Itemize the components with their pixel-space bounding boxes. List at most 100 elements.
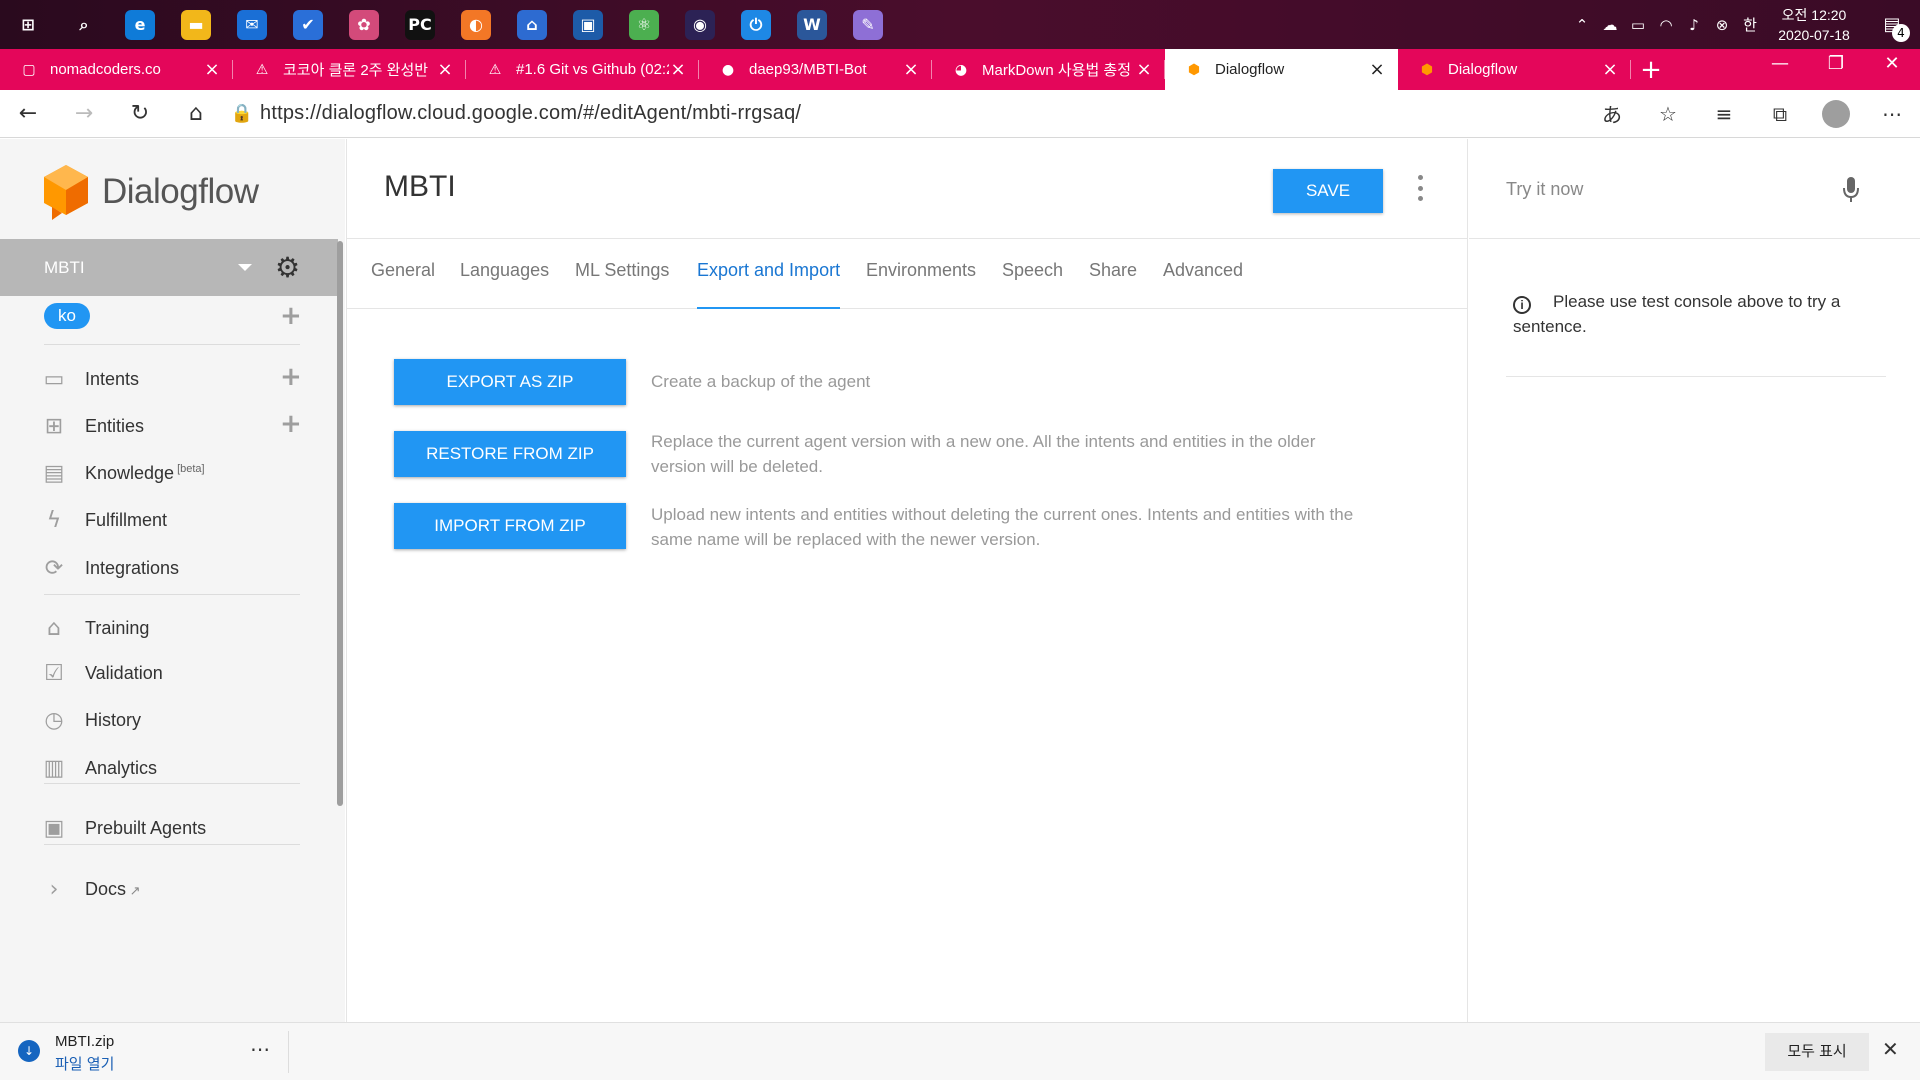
windows-start-icon[interactable]: ⊞ <box>0 0 56 49</box>
battery-icon[interactable]: ▭ <box>1624 16 1652 34</box>
sidebar-item-knowledge[interactable]: ▤ Knowledge [beta] <box>40 458 205 488</box>
import-from-zip-button[interactable]: IMPORT FROM ZIP <box>394 503 626 549</box>
browser-tab[interactable]: ⚠ 코코아 클론 2주 완성반 × <box>233 49 466 90</box>
notification-center-icon[interactable]: ▤ 4 <box>1864 14 1920 42</box>
blocked-icon[interactable]: ⊗ <box>1708 16 1736 34</box>
sidebar-item-text: Docs <box>85 878 127 899</box>
action-description: Create a backup of the agent <box>651 372 871 391</box>
wifi-icon[interactable]: ◠ <box>1652 16 1680 34</box>
restore-from-zip-button[interactable]: RESTORE FROM ZIP <box>394 431 626 477</box>
volume-icon[interactable]: ♪ <box>1680 16 1708 34</box>
lock-icon[interactable]: 🔒 <box>224 103 260 124</box>
word-icon[interactable]: W <box>784 0 840 49</box>
microphone-icon[interactable] <box>1841 175 1861 205</box>
url-text[interactable]: https://dialogflow.cloud.google.com/#/ed… <box>260 102 801 125</box>
sidebar-item-fulfillment[interactable]: ϟ Fulfillment <box>40 505 167 535</box>
eclipse-icon[interactable]: ◉ <box>672 0 728 49</box>
home-button[interactable]: ⌂ <box>168 90 224 138</box>
tab-share[interactable]: Share <box>1089 239 1137 309</box>
profile-avatar[interactable] <box>1808 90 1864 138</box>
paint-app-icon[interactable]: ✎ <box>840 0 896 49</box>
language-chip[interactable]: ko <box>44 303 90 329</box>
ime-indicator[interactable]: 한 <box>1736 14 1764 35</box>
add-entities-button[interactable]: + <box>280 409 302 439</box>
browser-tab[interactable]: ▢ nomadcoders.co × <box>0 49 233 90</box>
save-button[interactable]: SAVE <box>1273 169 1383 213</box>
sidebar-item-training[interactable]: ⌂ Training <box>40 613 149 643</box>
add-intents-button[interactable]: + <box>280 362 302 392</box>
tab-speech[interactable]: Speech <box>1002 239 1063 309</box>
restore-button[interactable]: ❐ <box>1808 49 1864 90</box>
add-language-button[interactable]: + <box>280 301 302 331</box>
sidebar-item-history[interactable]: ◷ History <box>40 705 141 735</box>
forward-button[interactable]: → <box>56 90 112 138</box>
show-all-downloads-button[interactable]: 모두 표시 <box>1765 1033 1869 1071</box>
dialogflow-logo[interactable]: Dialogflow <box>42 163 259 221</box>
tab-environments[interactable]: Environments <box>866 239 976 309</box>
sidebar-item-analytics[interactable]: ▥ Analytics <box>40 753 157 783</box>
close-tab-icon[interactable]: × <box>1368 59 1386 80</box>
collections-icon[interactable]: ⧉ <box>1752 90 1808 138</box>
pycharm-icon[interactable]: PC <box>392 0 448 49</box>
back-button[interactable]: ← <box>0 90 56 138</box>
search-icon[interactable]: ⌕ <box>56 0 112 49</box>
new-tab-button[interactable]: + <box>1631 49 1671 90</box>
chevron-down-icon[interactable] <box>238 264 252 271</box>
edge-browser-icon[interactable]: e <box>112 0 168 49</box>
pinwheel-app-icon[interactable]: ✿ <box>336 0 392 49</box>
close-tab-icon[interactable]: × <box>203 59 221 80</box>
download-more-icon[interactable]: ⋯ <box>250 1037 270 1061</box>
favorites-icon[interactable]: ≡ <box>1696 90 1752 138</box>
sidebar-item-intents[interactable]: ▭ Intents <box>40 364 139 394</box>
atom-app-icon[interactable]: ⚛ <box>616 0 672 49</box>
close-tab-icon[interactable]: × <box>669 59 687 80</box>
clock[interactable]: 오전 12:20 2020-07-18 <box>1764 5 1864 45</box>
translate-icon[interactable]: あ <box>1584 90 1640 138</box>
sidebar-item-validation[interactable]: ☑ Validation <box>40 658 163 688</box>
add-favorite-icon[interactable]: ☆ <box>1640 90 1696 138</box>
gear-icon[interactable]: ⚙ <box>275 251 300 284</box>
browser-tab[interactable]: ◕ MarkDown 사용법 총정 × <box>932 49 1165 90</box>
address-bar[interactable]: 🔒 https://dialogflow.cloud.google.com/#/… <box>224 90 1584 138</box>
virtualbox-icon-glyph: ▣ <box>573 9 603 40</box>
sidebar-item-prebuilt-agents[interactable]: ▣ Prebuilt Agents <box>40 813 206 843</box>
tab-general[interactable]: General <box>371 239 435 309</box>
refresh-button[interactable]: ↻ <box>112 90 168 138</box>
try-it-input[interactable]: Try it now <box>1506 179 1583 200</box>
settings-more-icon[interactable]: ⋯ <box>1864 90 1920 138</box>
close-tab-icon[interactable]: × <box>436 59 454 80</box>
sidebar-item-entities[interactable]: ⊞ Entities <box>40 411 144 441</box>
sidebar-item-docs[interactable]: › Docs ↗ <box>40 874 141 904</box>
file-explorer-icon[interactable]: ▬ <box>168 0 224 49</box>
jupyter-icon[interactable]: ◐ <box>448 0 504 49</box>
open-file-link[interactable]: 파일 열기 <box>55 1053 114 1074</box>
chevron-up-icon[interactable]: ⌃ <box>1568 16 1596 34</box>
minimize-button[interactable]: — <box>1752 49 1808 90</box>
close-tab-icon[interactable]: × <box>902 59 920 80</box>
browser-tab[interactable]: ⬢ Dialogflow × <box>1165 49 1398 90</box>
browser-tab[interactable]: ● daep93/MBTI-Bot × <box>699 49 932 90</box>
power-app-icon[interactable]: ⏻ <box>728 0 784 49</box>
close-tab-icon[interactable]: × <box>1601 59 1619 80</box>
tab-ml-settings[interactable]: ML Settings <box>575 239 669 309</box>
close-window-button[interactable]: ✕ <box>1864 49 1920 90</box>
network-app-icon[interactable]: ⌂ <box>504 0 560 49</box>
browser-tab[interactable]: ⬢ Dialogflow × <box>1398 49 1631 90</box>
sidebar-item-integrations[interactable]: ⟳ Integrations <box>40 553 179 583</box>
zip-file-icon[interactable]: ↓ <box>18 1040 40 1062</box>
agent-selector[interactable]: MBTI ⚙ <box>0 239 338 296</box>
sidebar-scrollbar[interactable] <box>337 241 343 806</box>
more-options-icon[interactable] <box>1415 175 1425 201</box>
browser-tab[interactable]: ⚠ #1.6 Git vs Github (02:2 × <box>466 49 699 90</box>
cloud-icon[interactable]: ☁ <box>1596 16 1624 34</box>
virtualbox-icon[interactable]: ▣ <box>560 0 616 49</box>
todo-icon[interactable]: ✔ <box>280 0 336 49</box>
tab-languages[interactable]: Languages <box>460 239 549 309</box>
close-download-bar-icon[interactable]: ✕ <box>1882 1037 1899 1061</box>
tab-advanced[interactable]: Advanced <box>1163 239 1243 309</box>
close-tab-icon[interactable]: × <box>1135 59 1153 80</box>
mail-icon[interactable]: ✉ <box>224 0 280 49</box>
export-as-zip-button[interactable]: EXPORT AS ZIP <box>394 359 626 405</box>
tab-export-and-import[interactable]: Export and Import <box>697 239 841 309</box>
download-file-name[interactable]: MBTI.zip <box>55 1033 114 1050</box>
